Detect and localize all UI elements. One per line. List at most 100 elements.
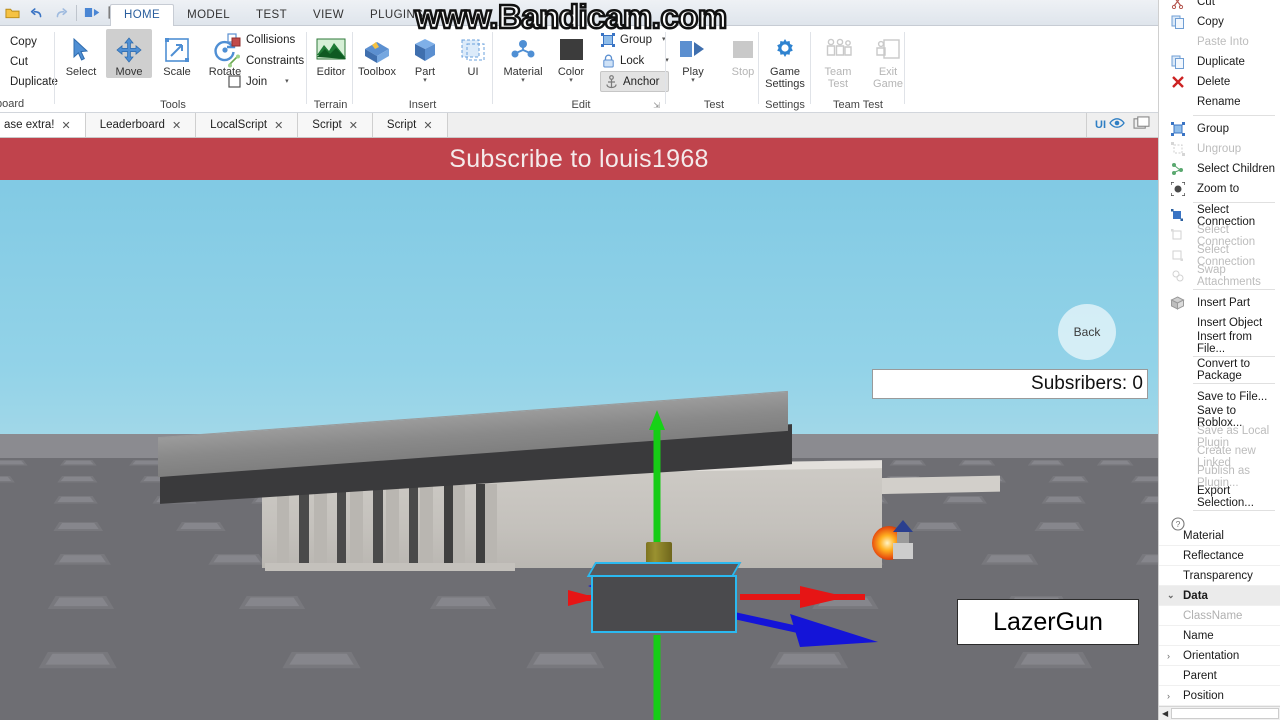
tool-scale-label: Scale xyxy=(163,66,191,78)
tool-join-toggle[interactable]: Join ▾ xyxy=(226,71,304,92)
context-menu-item-select-children[interactable]: Select Children xyxy=(1159,159,1280,179)
subscribers-textbox[interactable]: Subsribers: 0 xyxy=(872,369,1148,399)
close-icon[interactable]: ✕ xyxy=(423,119,432,132)
play-solo-icon[interactable] xyxy=(82,2,103,23)
edit-color-button[interactable]: Color ▾ xyxy=(548,29,594,84)
join-checkbox-icon xyxy=(226,74,242,90)
lazergun-label-box[interactable]: LazerGun xyxy=(957,599,1139,645)
tool-move-button[interactable]: Move xyxy=(106,29,152,78)
property-row-orientation[interactable]: › Orientation xyxy=(1159,646,1280,666)
property-material-label: Material xyxy=(1183,529,1224,542)
context-menu-insert-part-label: Insert Part xyxy=(1197,297,1251,309)
eye-icon[interactable] xyxy=(1109,116,1125,134)
undo-icon[interactable] xyxy=(26,2,47,23)
select-children-icon xyxy=(1169,161,1186,177)
edit-dialog-launcher-icon[interactable]: ⇲ xyxy=(653,101,660,110)
property-category-data[interactable]: ⌄ Data xyxy=(1159,586,1280,606)
context-menu-item-insert-from-file[interactable]: Insert from File... xyxy=(1159,331,1280,355)
material-chevron-down-icon[interactable]: ▾ xyxy=(521,77,525,84)
editor-tab-1-label: Leaderboard xyxy=(99,119,165,131)
team-test-label-2: Test xyxy=(827,78,849,90)
properties-horizontal-scrollbar[interactable]: ◀ xyxy=(1159,706,1280,720)
clipboard-duplicate-button[interactable]: Duplicate xyxy=(0,72,58,92)
test-play-button[interactable]: Play ▾ xyxy=(670,29,716,84)
ui-toggle-label: UI xyxy=(1095,119,1106,131)
editor-tab-localscript[interactable]: LocalScript ✕ xyxy=(196,113,299,137)
property-row-transparency[interactable]: Transparency xyxy=(1159,566,1280,586)
context-menu-item-rename[interactable]: Rename xyxy=(1159,92,1280,112)
chevron-right-icon[interactable]: › xyxy=(1167,691,1170,701)
close-icon[interactable]: ✕ xyxy=(62,119,71,132)
property-row-name[interactable]: Name xyxy=(1159,626,1280,646)
ui-visibility-toggle[interactable]: UI xyxy=(1095,116,1125,134)
context-menu-item-zoom-to[interactable]: Zoom to xyxy=(1159,179,1280,199)
property-row-position[interactable]: › Position xyxy=(1159,686,1280,706)
game-settings-button[interactable]: Game Settings xyxy=(761,29,809,90)
color-swatch-icon xyxy=(558,34,585,66)
play-chevron-down-icon[interactable]: ▾ xyxy=(691,77,695,84)
context-menu-item-select-connection-1[interactable]: Select Connection xyxy=(1159,204,1280,228)
context-menu-item-cut[interactable]: Cut xyxy=(1159,0,1280,12)
insert-part-button[interactable]: Part ▾ xyxy=(402,29,448,84)
tab-home[interactable]: HOME xyxy=(110,4,175,27)
ribbon-group-terrain: Editor Terrain xyxy=(308,26,353,113)
property-row-reflectance[interactable]: Reflectance xyxy=(1159,546,1280,566)
insert-toolbox-button[interactable]: Toolbox xyxy=(354,29,400,84)
new-window-icon[interactable] xyxy=(1133,115,1150,135)
context-menu-item-duplicate[interactable]: Duplicate xyxy=(1159,52,1280,72)
context-menu-zoom-to-label: Zoom to xyxy=(1197,183,1240,195)
property-row-parent[interactable]: Parent xyxy=(1159,666,1280,686)
ribbon-group-insert-label: Insert xyxy=(408,99,437,111)
redo-icon[interactable] xyxy=(50,2,71,23)
join-chevron-down-icon[interactable]: ▾ xyxy=(285,78,289,85)
tab-test[interactable]: TEST xyxy=(243,5,300,26)
context-menu-item-insert-part[interactable]: Insert Part xyxy=(1159,293,1280,313)
close-icon[interactable]: ✕ xyxy=(274,119,283,132)
context-menu-item-copy[interactable]: Copy xyxy=(1159,12,1280,32)
tab-model[interactable]: MODEL xyxy=(174,5,243,26)
context-menu-item-insert-object[interactable]: Insert Object xyxy=(1159,313,1280,333)
tool-select-button[interactable]: Select xyxy=(58,29,104,78)
context-menu-item-group[interactable]: Group xyxy=(1159,119,1280,139)
close-icon[interactable]: ✕ xyxy=(172,119,181,132)
subscribe-banner-text: Subscribe to louis1968 xyxy=(449,144,709,173)
ribbon-group-insert: Toolbox Part ▾ UI Insert xyxy=(354,26,491,113)
tool-collisions-toggle[interactable]: Collisions xyxy=(226,29,304,50)
edit-material-button[interactable]: Material ▾ xyxy=(500,29,546,84)
editor-tab-script-2[interactable]: Script ✕ xyxy=(372,113,448,137)
context-menu-cut-label: Cut xyxy=(1197,0,1215,8)
insert-ui-button[interactable]: UI xyxy=(450,29,496,84)
scroll-left-arrow-icon[interactable]: ◀ xyxy=(1159,709,1171,718)
exit-game-label-1: Exit xyxy=(878,66,898,78)
chevron-down-icon[interactable]: ⌄ xyxy=(1167,590,1175,601)
editor-tab-script-1[interactable]: Script ✕ xyxy=(298,113,373,137)
open-icon[interactable] xyxy=(2,2,23,23)
terrain-editor-button[interactable]: Editor xyxy=(308,29,354,78)
tool-constraints-toggle[interactable]: Constraints xyxy=(226,50,304,71)
editor-tab-leaderboard[interactable]: Leaderboard ✕ xyxy=(85,113,197,137)
edit-lock-button[interactable]: Lock ▾ xyxy=(600,50,669,71)
tab-view[interactable]: VIEW xyxy=(300,5,357,26)
property-row-material[interactable]: Material xyxy=(1159,526,1280,546)
edit-anchor-toggle[interactable]: Anchor xyxy=(600,71,669,92)
clipboard-cut-button[interactable]: Cut xyxy=(0,52,58,72)
scrollbar-thumb[interactable] xyxy=(1171,708,1279,719)
color-chevron-down-icon[interactable]: ▾ xyxy=(569,77,573,84)
chevron-right-icon[interactable]: › xyxy=(1167,651,1170,661)
3d-viewport[interactable]: Subscribe to louis1968 Subsribers: 0 Laz… xyxy=(0,138,1158,720)
context-menu-ungroup-label: Ungroup xyxy=(1197,143,1242,155)
context-menu-item-convert-to-package[interactable]: Convert to Package xyxy=(1159,358,1280,382)
part-chevron-down-icon[interactable]: ▾ xyxy=(423,77,427,84)
context-menu[interactable]: Cut Copy Paste Into Duplicate Delete Ren… xyxy=(1159,0,1280,534)
context-menu-item-export-selection[interactable]: Export Selection... xyxy=(1159,485,1280,509)
tool-scale-button[interactable]: Scale xyxy=(154,29,200,78)
property-transparency-label: Transparency xyxy=(1183,569,1253,582)
context-menu-item-save-to-roblox[interactable]: Save to Roblox... xyxy=(1159,405,1280,429)
clipboard-copy-button[interactable]: Copy xyxy=(0,32,58,52)
context-menu-item-delete[interactable]: Delete xyxy=(1159,72,1280,92)
selected-part-selection-box[interactable] xyxy=(591,575,737,633)
context-menu-item-save-to-file[interactable]: Save to File... xyxy=(1159,387,1280,407)
close-icon[interactable]: ✕ xyxy=(349,119,358,132)
editor-tab-0[interactable]: ase extra! ✕ xyxy=(0,113,86,137)
back-button[interactable]: Back xyxy=(1058,304,1116,360)
